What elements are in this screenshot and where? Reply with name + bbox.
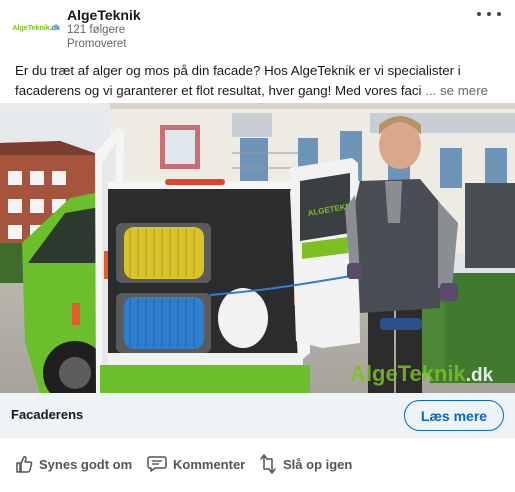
repost-button[interactable]: Slå op igen bbox=[258, 452, 352, 476]
company-logo-text: AlgeTeknik.dk bbox=[12, 22, 60, 32]
cta-bar: Facaderens Læs mere bbox=[0, 393, 515, 438]
watermark-text: AlgeTeknik.dk bbox=[350, 361, 494, 386]
comment-icon bbox=[147, 456, 167, 472]
post-text: Er du træt af alger og mos på din facade… bbox=[15, 61, 505, 101]
like-button[interactable]: Synes godt om bbox=[14, 452, 132, 476]
van-photo: ALGETEKNIK AlgeTeknik.dk bbox=[0, 103, 515, 393]
action-bar: Synes godt om Kommenter Slå op igen bbox=[0, 444, 515, 484]
post-text-line-2: facaderens og vi garanterer et flot resu… bbox=[15, 83, 489, 98]
post-header: AlgeTeknik.dk AlgeTeknik 121 følgere Pro… bbox=[0, 0, 515, 58]
thumbs-up-icon bbox=[16, 456, 33, 473]
company-name[interactable]: AlgeTeknik bbox=[67, 7, 141, 23]
company-logo[interactable]: AlgeTeknik.dk bbox=[10, 13, 62, 41]
like-label: Synes godt om bbox=[39, 456, 133, 472]
see-more-link[interactable]: ... se mere bbox=[425, 83, 488, 98]
promoted-label: Promoveret bbox=[67, 38, 127, 50]
post-image[interactable]: ALGETEKNIK AlgeTeknik.dk bbox=[0, 103, 515, 393]
learn-more-button[interactable]: Læs mere bbox=[404, 400, 504, 431]
cta-title: Facaderens bbox=[11, 407, 84, 422]
follower-count: 121 følgere bbox=[67, 24, 126, 36]
repost-icon bbox=[260, 454, 276, 474]
more-horizontal-icon[interactable] bbox=[477, 6, 501, 22]
post-text-line-1: Er du træt af alger og mos på din facade… bbox=[15, 63, 461, 78]
comment-button[interactable]: Kommenter bbox=[146, 452, 245, 476]
repost-label: Slå op igen bbox=[283, 456, 353, 472]
comment-label: Kommenter bbox=[173, 456, 246, 472]
